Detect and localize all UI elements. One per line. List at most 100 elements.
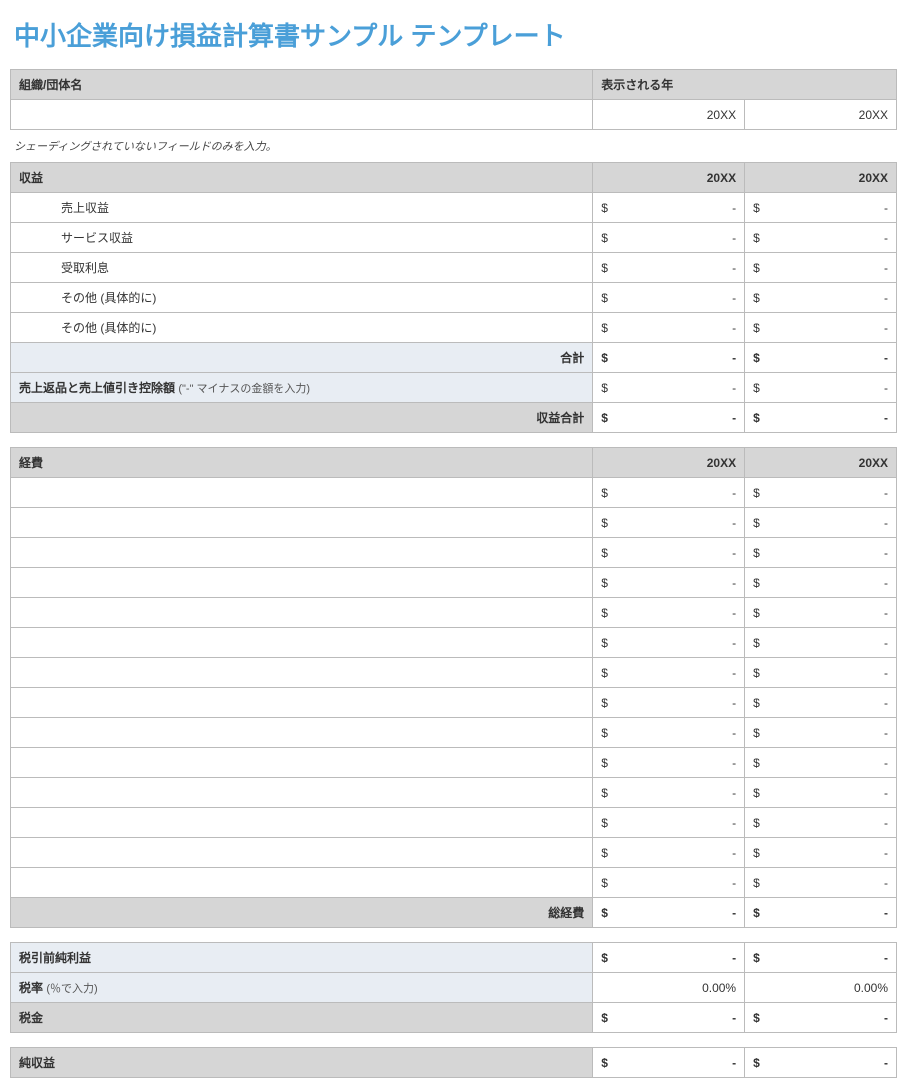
expense-item-label-input[interactable] [11, 628, 593, 658]
expense-item-y1-input[interactable]: $- [593, 868, 745, 898]
expense-item-y1-input[interactable]: $- [593, 508, 745, 538]
expense-item-y1-input[interactable]: $- [593, 538, 745, 568]
expense-item-label-input[interactable] [11, 778, 593, 808]
taxrate-y2-input[interactable]: 0.00% [745, 973, 897, 1003]
expense-item-y2-input[interactable]: $- [745, 658, 897, 688]
expense-item-y2-input[interactable]: $- [745, 838, 897, 868]
revenue-item-label[interactable]: サービス収益 [11, 223, 593, 253]
revenue-item-y2-input[interactable]: $- [745, 313, 897, 343]
revenue-item-label[interactable]: その他 (具体的に) [11, 313, 593, 343]
returns-y2-input[interactable]: $- [745, 373, 897, 403]
expense-item-y1-input[interactable]: $- [593, 748, 745, 778]
revenue-item-y1-input[interactable]: $- [593, 313, 745, 343]
expense-item-y2-input[interactable]: $- [745, 538, 897, 568]
expense-item-label-input[interactable] [11, 808, 593, 838]
revenue-total-label: 収益合計 [11, 403, 593, 433]
year1-input[interactable]: 20XX [593, 100, 745, 130]
expense-item-y1-input[interactable]: $- [593, 658, 745, 688]
expense-item-label-input[interactable] [11, 478, 593, 508]
expense-item-label-input[interactable] [11, 568, 593, 598]
pretax-label: 税引前純利益 [11, 943, 593, 973]
expense-item-y2-input[interactable]: $- [745, 718, 897, 748]
page-title: 中小企業向け損益計算書サンプル テンプレート [14, 16, 897, 53]
revenue-item-label[interactable]: 受取利息 [11, 253, 593, 283]
expense-item-label-input[interactable] [11, 538, 593, 568]
tax-y1: $- [593, 1003, 745, 1033]
expenses-subtotal-y2: $- [745, 898, 897, 928]
expenses-header: 経費 [11, 448, 593, 478]
returns-y1-input[interactable]: $- [593, 373, 745, 403]
revenue-subtotal-y2: $- [745, 343, 897, 373]
revenue-item-y2-input[interactable]: $- [745, 283, 897, 313]
revenue-year1: 20XX [593, 163, 745, 193]
expense-item-label-input[interactable] [11, 508, 593, 538]
revenue-item-y2-input[interactable]: $- [745, 193, 897, 223]
revenue-table: 収益 20XX 20XX 売上収益$-$-サービス収益$-$-受取利息$-$-そ… [10, 162, 897, 433]
returns-label: 売上返品と売上値引き控除額 ("-" マイナスの金額を入力) [11, 373, 593, 403]
revenue-subtotal-label: 合計 [11, 343, 593, 373]
expense-item-y1-input[interactable]: $- [593, 838, 745, 868]
expenses-subtotal-y1: $- [593, 898, 745, 928]
expenses-table: 経費 20XX 20XX $-$-$-$-$-$-$-$-$-$-$-$-$-$… [10, 447, 897, 928]
taxrate-y1-input[interactable]: 0.00% [593, 973, 745, 1003]
expense-item-y2-input[interactable]: $- [745, 748, 897, 778]
taxrate-label-text: 税率 [19, 981, 43, 995]
revenue-year2: 20XX [745, 163, 897, 193]
revenue-header: 収益 [11, 163, 593, 193]
expense-item-label-input[interactable] [11, 598, 593, 628]
expenses-year2: 20XX [745, 448, 897, 478]
year2-input[interactable]: 20XX [745, 100, 897, 130]
revenue-total-y2: $- [745, 403, 897, 433]
expense-item-y2-input[interactable]: $- [745, 868, 897, 898]
expenses-subtotal-label: 総経費 [11, 898, 593, 928]
expense-item-y1-input[interactable]: $- [593, 598, 745, 628]
expense-item-y2-input[interactable]: $- [745, 478, 897, 508]
revenue-item-y1-input[interactable]: $- [593, 223, 745, 253]
revenue-subtotal-y1: $- [593, 343, 745, 373]
revenue-item-y1-input[interactable]: $- [593, 253, 745, 283]
revenue-item-label[interactable]: その他 (具体的に) [11, 283, 593, 313]
instruction-note: シェーディングされていないフィールドのみを入力。 [14, 138, 897, 154]
expense-item-label-input[interactable] [11, 718, 593, 748]
tax-y2: $- [745, 1003, 897, 1033]
revenue-item-y1-input[interactable]: $- [593, 193, 745, 223]
net-y2: $- [745, 1048, 897, 1078]
summary-table: 税引前純利益 $- $- 税率 (％で入力) 0.00% 0.00% 税金 $-… [10, 942, 897, 1033]
year-header: 表示される年 [593, 70, 897, 100]
expense-item-label-input[interactable] [11, 658, 593, 688]
revenue-total-y1: $- [593, 403, 745, 433]
tax-label: 税金 [11, 1003, 593, 1033]
revenue-item-y2-input[interactable]: $- [745, 253, 897, 283]
expense-item-y2-input[interactable]: $- [745, 628, 897, 658]
taxrate-label: 税率 (％で入力) [11, 973, 593, 1003]
expense-item-y2-input[interactable]: $- [745, 598, 897, 628]
expense-item-label-input[interactable] [11, 838, 593, 868]
taxrate-note: (％で入力) [46, 983, 97, 995]
expense-item-y2-input[interactable]: $- [745, 808, 897, 838]
expense-item-y2-input[interactable]: $- [745, 778, 897, 808]
expense-item-y2-input[interactable]: $- [745, 568, 897, 598]
revenue-item-label[interactable]: 売上収益 [11, 193, 593, 223]
org-name-header: 組織/団体名 [11, 70, 593, 100]
expense-item-y2-input[interactable]: $- [745, 508, 897, 538]
pretax-y2: $- [745, 943, 897, 973]
expense-item-label-input[interactable] [11, 868, 593, 898]
expense-item-y1-input[interactable]: $- [593, 718, 745, 748]
expense-item-y1-input[interactable]: $- [593, 778, 745, 808]
expense-item-y1-input[interactable]: $- [593, 628, 745, 658]
net-y1: $- [593, 1048, 745, 1078]
revenue-item-y2-input[interactable]: $- [745, 223, 897, 253]
expenses-year1: 20XX [593, 448, 745, 478]
returns-label-text: 売上返品と売上値引き控除額 [19, 381, 175, 395]
expense-item-label-input[interactable] [11, 688, 593, 718]
expense-item-y1-input[interactable]: $- [593, 568, 745, 598]
returns-note: ("-" マイナスの金額を入力) [178, 383, 310, 395]
expense-item-y1-input[interactable]: $- [593, 688, 745, 718]
expense-item-y1-input[interactable]: $- [593, 478, 745, 508]
expense-item-label-input[interactable] [11, 748, 593, 778]
expense-item-y1-input[interactable]: $- [593, 808, 745, 838]
org-name-input[interactable] [11, 100, 593, 130]
net-label: 純収益 [11, 1048, 593, 1078]
revenue-item-y1-input[interactable]: $- [593, 283, 745, 313]
expense-item-y2-input[interactable]: $- [745, 688, 897, 718]
